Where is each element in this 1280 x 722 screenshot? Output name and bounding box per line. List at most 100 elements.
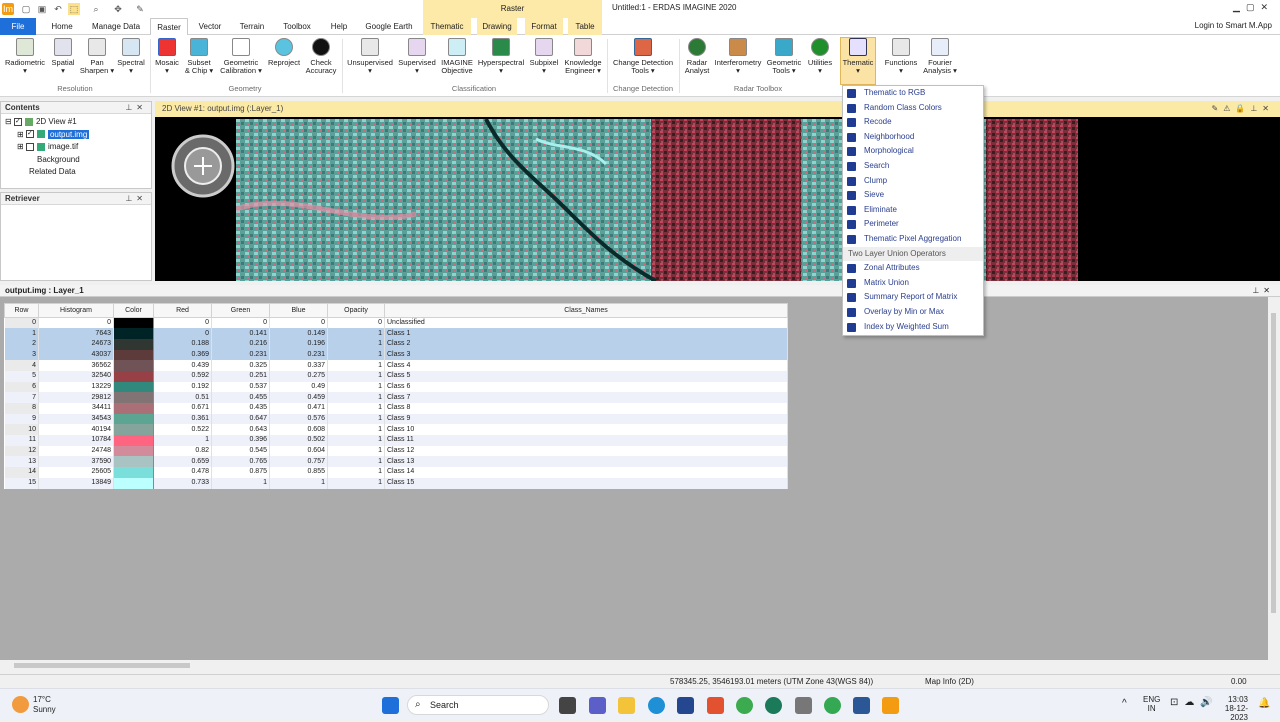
row-number[interactable]: 12 [4, 445, 39, 457]
windows-start-icon[interactable] [382, 697, 399, 714]
histogram-cell[interactable]: 32540 [38, 370, 114, 382]
red-cell[interactable]: 0.369 [153, 349, 212, 361]
table-row[interactable]: 10 40194 0.522 0.643 0.608 1 Class 10 [4, 424, 788, 436]
tab-google-earth[interactable]: Google Earth [362, 18, 416, 35]
red-cell[interactable]: 0.478 [153, 467, 212, 478]
red-cell[interactable]: 0.659 [153, 456, 212, 468]
color-swatch[interactable] [113, 349, 154, 361]
table-row[interactable]: 2 24673 0.188 0.216 0.196 1 Class 2 [4, 338, 788, 350]
chrome-profile-icon[interactable] [824, 697, 841, 714]
red-cell[interactable]: 0.671 [153, 403, 212, 414]
spatial-button[interactable]: Spatial ▾ [48, 38, 78, 75]
opacity-cell[interactable]: 1 [327, 338, 385, 350]
class-name-cell[interactable]: Class 10 [384, 424, 788, 436]
blue-cell[interactable]: 0.149 [269, 328, 328, 339]
color-swatch[interactable] [113, 435, 154, 446]
color-swatch[interactable] [113, 467, 154, 478]
h-scroll-thumb[interactable] [14, 663, 190, 668]
row-number[interactable]: 0 [4, 317, 39, 329]
pin-close-icon[interactable]: ⊥✕ [125, 102, 147, 114]
store-icon[interactable] [677, 697, 694, 714]
histogram-cell[interactable]: 36562 [38, 360, 114, 371]
histogram-cell[interactable]: 13849 [38, 477, 114, 489]
color-swatch[interactable] [113, 445, 154, 457]
tab-file[interactable]: File [0, 18, 36, 35]
green-cell[interactable]: 1 [211, 477, 270, 489]
color-swatch[interactable] [113, 317, 154, 329]
table-row[interactable]: 13 37590 0.659 0.765 0.757 1 Class 13 [4, 456, 788, 468]
col-blue[interactable]: Blue [269, 303, 328, 318]
opacity-cell[interactable]: 1 [327, 370, 385, 382]
task-view-icon[interactable] [559, 697, 576, 714]
class-name-cell[interactable]: Class 12 [384, 445, 788, 457]
thematic-button[interactable]: Thematic ▾ [840, 37, 876, 85]
opacity-cell[interactable]: 1 [327, 435, 385, 446]
select-icon[interactable]: ⬚ [68, 3, 80, 15]
class-name-cell[interactable]: Class 7 [384, 392, 788, 403]
class-name-cell[interactable]: Class 8 [384, 403, 788, 414]
pan-sharpen-button[interactable]: Pan Sharpen ▾ [79, 38, 115, 75]
menu-item[interactable]: Thematic Pixel Aggregation [843, 232, 983, 247]
histogram-cell[interactable]: 10784 [38, 435, 114, 446]
col-class-names[interactable]: Class_Names [384, 303, 788, 318]
utilities-button[interactable]: Utilities ▾ [804, 38, 836, 75]
color-swatch[interactable] [113, 360, 154, 371]
green-cell[interactable]: 0.141 [211, 328, 270, 339]
table-row[interactable]: 12 24748 0.82 0.545 0.604 1 Class 12 [4, 445, 788, 457]
green-cell[interactable]: 0.396 [211, 435, 270, 446]
knowledge-engineer-button[interactable]: Knowledge Engineer ▾ [562, 38, 604, 75]
table-row[interactable]: 14 25605 0.478 0.875 0.855 1 Class 14 [4, 467, 788, 478]
teams-icon[interactable] [589, 697, 606, 714]
blue-cell[interactable]: 0.275 [269, 370, 328, 382]
blue-cell[interactable]: 0.855 [269, 467, 328, 478]
pin-close-icon[interactable]: ⊥✕ [125, 193, 147, 205]
green-cell[interactable]: 0.455 [211, 392, 270, 403]
blue-cell[interactable]: 0.608 [269, 424, 328, 436]
change-detection-tools-button[interactable]: Change Detection Tools ▾ [610, 38, 676, 75]
tools-icon[interactable]: ✎ [134, 3, 146, 15]
window-controls[interactable]: ▁▢✕ [1233, 2, 1274, 13]
color-swatch[interactable] [113, 338, 154, 350]
tab-raster[interactable]: Raster [150, 18, 188, 36]
histogram-cell[interactable]: 37590 [38, 456, 114, 468]
row-number[interactable]: 6 [4, 381, 39, 393]
imagine-objective-button[interactable]: IMAGINE Objective [439, 38, 475, 75]
class-name-cell[interactable]: Class 4 [384, 360, 788, 371]
tab-help[interactable]: Help [324, 18, 354, 35]
menu-item[interactable]: Search [843, 159, 983, 174]
table-row[interactable]: 1 7643 0 0.141 0.149 1 Class 1 [4, 328, 788, 339]
menu-item[interactable]: Thematic to RGB [843, 86, 983, 101]
class-name-cell[interactable]: Class 14 [384, 467, 788, 478]
color-swatch[interactable] [113, 381, 154, 393]
table-row[interactable]: 8 34411 0.671 0.435 0.471 1 Class 8 [4, 403, 788, 414]
color-swatch[interactable] [113, 413, 154, 425]
class-name-cell[interactable]: Class 11 [384, 435, 788, 446]
notification-icon[interactable]: 🔔 [1258, 698, 1270, 709]
histogram-cell[interactable]: 13229 [38, 381, 114, 393]
map-info[interactable]: Map Info (2D) [925, 675, 974, 688]
blue-cell[interactable]: 0.502 [269, 435, 328, 446]
opacity-cell[interactable]: 1 [327, 477, 385, 489]
row-number[interactable]: 15 [4, 477, 39, 489]
opacity-cell[interactable]: 1 [327, 424, 385, 436]
red-cell[interactable]: 0.439 [153, 360, 212, 371]
blue-cell[interactable]: 1 [269, 477, 328, 489]
subpixel-button[interactable]: Subpixel ▾ [527, 38, 561, 75]
hyperspectral-button[interactable]: Hyperspectral ▾ [476, 38, 526, 75]
navigation-compass[interactable] [170, 128, 236, 200]
opacity-cell[interactable]: 1 [327, 381, 385, 393]
class-name-cell[interactable]: Class 5 [384, 370, 788, 382]
menu-item[interactable]: Eliminate [843, 203, 983, 218]
blue-cell[interactable]: 0.471 [269, 403, 328, 414]
menu-item[interactable]: Overlay by Min or Max [843, 305, 983, 320]
interferometry-button[interactable]: Interferometry ▾ [712, 38, 764, 75]
functions-button[interactable]: Functions ▾ [880, 38, 922, 75]
row-number[interactable]: 9 [4, 413, 39, 425]
histogram-cell[interactable]: 34411 [38, 403, 114, 414]
tab-terrain[interactable]: Terrain [234, 18, 270, 35]
red-cell[interactable]: 0.592 [153, 370, 212, 382]
undo-icon[interactable]: ↶ [52, 3, 64, 15]
row-number[interactable]: 3 [4, 349, 39, 361]
table-row[interactable]: 3 43037 0.369 0.231 0.231 1 Class 3 [4, 349, 788, 361]
table-row[interactable]: 4 36562 0.439 0.325 0.337 1 Class 4 [4, 360, 788, 371]
